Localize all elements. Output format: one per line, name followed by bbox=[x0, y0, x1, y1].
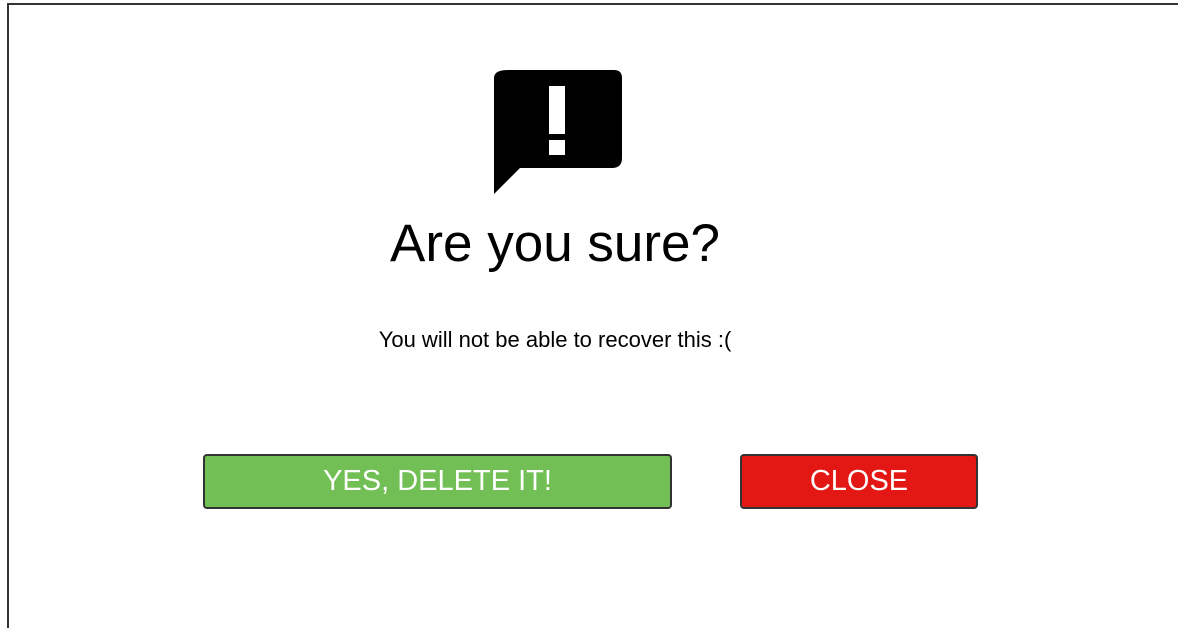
close-button[interactable]: CLOSE bbox=[740, 454, 978, 509]
confirmation-dialog: Are you sure? You will not be able to re… bbox=[7, 3, 1178, 628]
dialog-title: Are you sure? bbox=[390, 214, 720, 273]
confirm-delete-button[interactable]: YES, DELETE IT! bbox=[203, 454, 672, 509]
dialog-message: You will not be able to recover this :( bbox=[378, 327, 732, 352]
exclamation-speech-bubble-icon bbox=[494, 68, 622, 196]
